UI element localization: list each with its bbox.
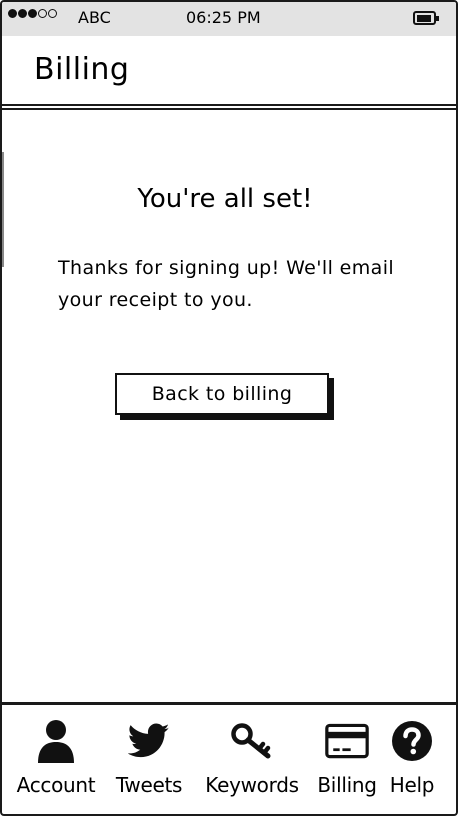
tab-tweets[interactable]: Tweets bbox=[106, 705, 192, 814]
person-icon bbox=[34, 719, 78, 763]
phone-frame: ABC 06:25 PM Billing You're all set! Tha… bbox=[0, 0, 458, 816]
page-title: Billing bbox=[34, 52, 130, 87]
tab-billing-label: Billing bbox=[317, 773, 377, 797]
credit-card-icon bbox=[325, 719, 369, 763]
back-to-billing-button[interactable]: Back to billing bbox=[115, 373, 329, 415]
question-circle-icon bbox=[390, 719, 434, 763]
tab-bar: Account Tweets Keywords Billing Help bbox=[2, 702, 456, 814]
battery-icon bbox=[413, 11, 439, 25]
tab-account[interactable]: Account bbox=[6, 705, 106, 814]
status-bar: ABC 06:25 PM bbox=[2, 2, 456, 36]
confirmation-headline: You're all set! bbox=[137, 184, 313, 214]
signal-dots-icon bbox=[8, 9, 57, 18]
status-time: 06:25 PM bbox=[186, 8, 261, 27]
tab-tweets-label: Tweets bbox=[115, 773, 183, 797]
header-divider bbox=[2, 108, 456, 110]
carrier-name: ABC bbox=[78, 8, 111, 27]
tab-keywords[interactable]: Keywords bbox=[192, 705, 312, 814]
key-icon bbox=[230, 719, 274, 763]
confirmation-message: Thanks for signing up! We'll email your … bbox=[58, 257, 395, 311]
tab-help[interactable]: Help bbox=[382, 705, 442, 814]
tab-keywords-label: Keywords bbox=[205, 773, 299, 797]
page-header: Billing bbox=[2, 36, 456, 106]
tab-account-label: Account bbox=[16, 773, 96, 797]
tab-billing[interactable]: Billing bbox=[312, 705, 382, 814]
twitter-bird-icon bbox=[127, 719, 171, 763]
tab-help-label: Help bbox=[389, 773, 435, 797]
